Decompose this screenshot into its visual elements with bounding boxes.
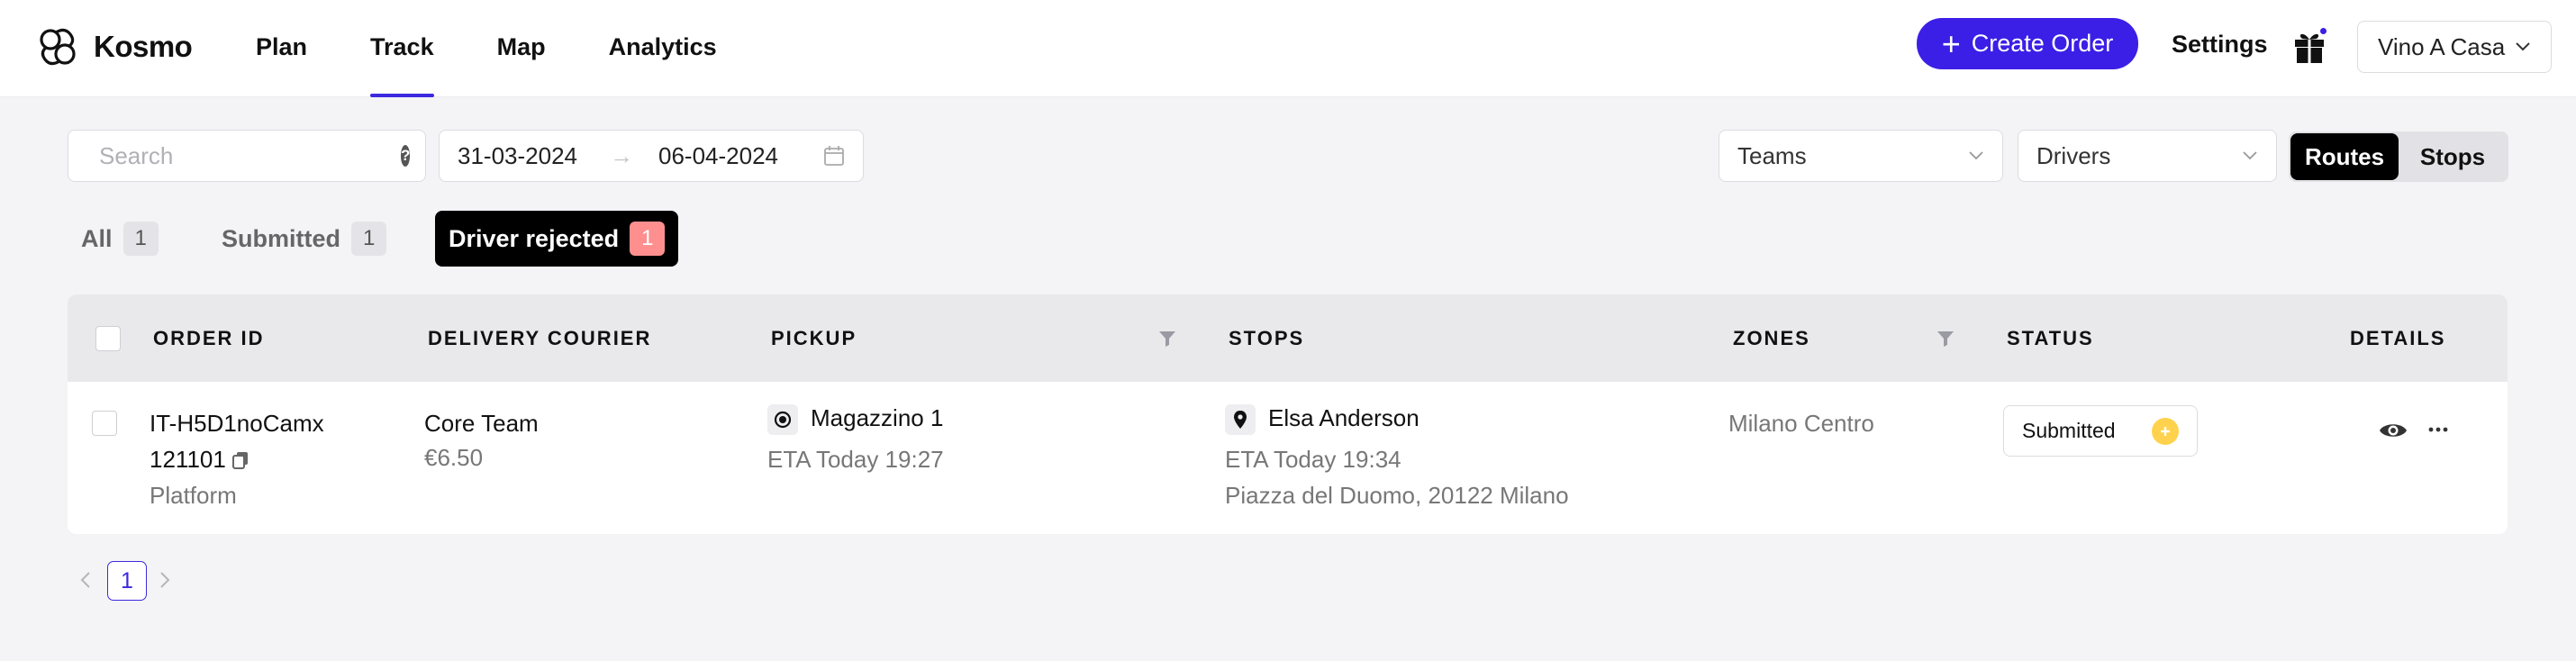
date-range-picker[interactable]: 31-03-2024 → 06-04-2024 [439, 130, 864, 182]
status-badge[interactable]: Submitted [2003, 405, 2198, 457]
col-delivery-courier[interactable]: DELIVERY COURIER [428, 327, 651, 350]
drivers-select-label: Drivers [2036, 141, 2111, 169]
help-icon[interactable]: ? [401, 145, 411, 167]
more-options-icon[interactable] [2428, 426, 2448, 433]
status-label: Submitted [2022, 419, 2116, 442]
copy-icon[interactable] [231, 450, 249, 470]
orders-table: ORDER ID DELIVERY COURIER PICKUP STOPS Z… [68, 294, 2508, 534]
date-to[interactable]: 06-04-2024 [658, 142, 778, 170]
order-number: 121101 [150, 446, 226, 473]
tab-all[interactable]: All 1 [81, 211, 159, 267]
stop-name: Elsa Anderson [1268, 404, 1420, 431]
location-pin-icon [1225, 404, 1256, 436]
stops-toggle[interactable]: Stops [2399, 133, 2507, 180]
routes-toggle[interactable]: Routes [2290, 133, 2399, 180]
stop-address: Piazza del Duomo, 20122 Milano [1225, 482, 1569, 509]
tab-count-badge: 1 [351, 222, 387, 256]
view-toggle: Routes Stops [2289, 131, 2508, 182]
table-header: ORDER ID DELIVERY COURIER PICKUP STOPS Z… [68, 294, 2508, 382]
pickup-location: Magazzino 1 [767, 404, 944, 436]
chevron-down-icon [1969, 151, 1983, 160]
search-input[interactable] [99, 141, 401, 170]
pickup-name: Magazzino 1 [811, 404, 944, 431]
search-box: ? [68, 130, 426, 182]
nav-track[interactable]: Track [370, 0, 434, 97]
stop-eta: ETA Today 19:34 [1225, 446, 1401, 473]
prev-page-icon[interactable] [79, 571, 92, 589]
order-number-cell: 121101 [150, 446, 249, 474]
nav-plan[interactable]: Plan [256, 0, 307, 97]
tab-driver-rejected[interactable]: Driver rejected 1 [435, 211, 679, 267]
teams-select[interactable]: Teams [1719, 130, 2003, 182]
delivery-price: €6.50 [424, 444, 484, 471]
tab-label: Driver rejected [449, 224, 620, 252]
create-order-label: Create Order [1971, 30, 2114, 57]
top-header: Kosmo Plan Track Map Analytics + Create … [0, 0, 2576, 97]
tab-count-badge: 1 [122, 222, 159, 256]
chevron-down-icon [2516, 42, 2530, 51]
pickup-filter-icon[interactable] [1157, 329, 1177, 349]
app-name: Kosmo [94, 30, 193, 63]
plus-icon: + [1941, 24, 1961, 62]
app-logo[interactable]: Kosmo [34, 23, 193, 70]
order-source: Platform [150, 482, 237, 509]
col-pickup[interactable]: PICKUP [771, 327, 857, 350]
notification-dot [2318, 26, 2328, 36]
account-dropdown[interactable]: Vino A Casa [2357, 21, 2552, 73]
tab-submitted[interactable]: Submitted 1 [222, 211, 387, 267]
create-order-button[interactable]: + Create Order [1917, 18, 2138, 69]
tab-label: Submitted [222, 224, 340, 252]
status-dot-icon [2152, 417, 2179, 445]
kosmo-logo-icon [40, 28, 76, 66]
row-checkbox[interactable] [92, 411, 117, 436]
zones-filter-icon[interactable] [1936, 329, 1955, 349]
col-details: DETAILS [2350, 327, 2446, 349]
col-stops[interactable]: STOPS [1229, 327, 1304, 350]
arrow-right-icon: → [610, 141, 633, 169]
col-zones[interactable]: ZONES [1733, 327, 1810, 350]
date-from[interactable]: 31-03-2024 [458, 142, 577, 170]
drivers-select[interactable]: Drivers [2018, 130, 2277, 182]
col-status[interactable]: STATUS [2007, 327, 2094, 350]
teams-select-label: Teams [1737, 141, 1807, 169]
tab-count-badge: 1 [630, 222, 666, 256]
courier-name: Core Team [424, 410, 539, 437]
select-all-checkbox[interactable] [95, 326, 121, 351]
account-name: Vino A Casa [2378, 32, 2506, 60]
col-order-id[interactable]: ORDER ID [153, 327, 265, 350]
main-nav: Plan Track Map Analytics [256, 0, 780, 97]
stop-location: Elsa Anderson [1225, 404, 1420, 436]
nav-analytics[interactable]: Analytics [609, 0, 717, 97]
pickup-target-icon [767, 404, 798, 436]
calendar-icon [824, 146, 844, 166]
gift-button[interactable] [2293, 26, 2328, 65]
settings-link[interactable]: Settings [2172, 31, 2268, 59]
chevron-down-icon [2243, 151, 2257, 160]
tab-label: All [81, 224, 113, 252]
page-number-button[interactable]: 1 [107, 561, 147, 601]
next-page-icon[interactable] [159, 571, 171, 589]
pickup-eta: ETA Today 19:27 [767, 446, 944, 473]
nav-map[interactable]: Map [497, 0, 546, 97]
zone-name: Milano Centro [1728, 410, 1874, 437]
eye-icon[interactable] [2379, 421, 2408, 440]
order-id[interactable]: IT-H5D1noCamx [150, 410, 324, 438]
